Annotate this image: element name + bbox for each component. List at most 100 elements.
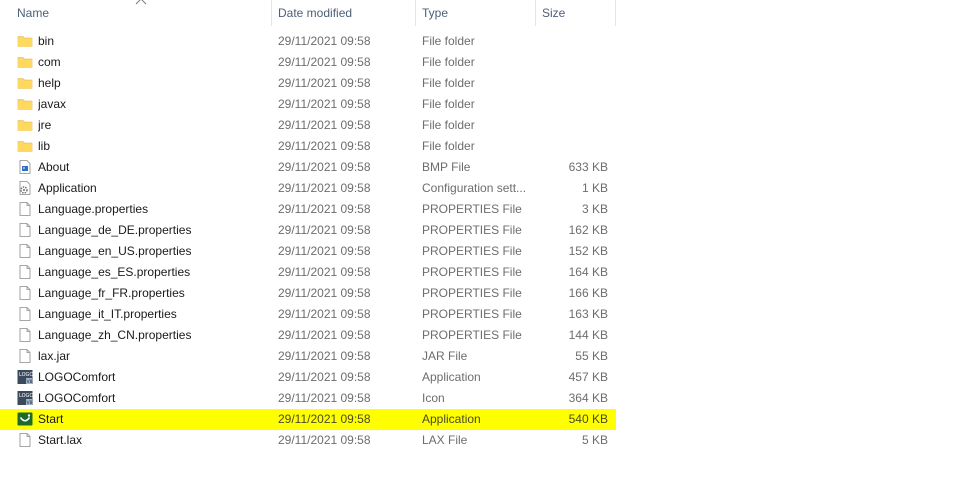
file-type: File folder	[422, 55, 475, 69]
file-row-language-es-es-properties[interactable]: Language_es_ES.properties 29/11/2021 09:5…	[0, 262, 616, 283]
file-row-language-en-us-properties[interactable]: Language_en_US.properties 29/11/2021 09:5…	[0, 241, 616, 262]
file-row-language-zh-cn-properties[interactable]: Language_zh_CN.properties 29/11/2021 09:5…	[0, 325, 616, 346]
column-header-size[interactable]: Size	[536, 0, 616, 26]
file-size: 3 KB	[581, 202, 608, 216]
file-date-modified: 29/11/2021 09:58	[278, 244, 371, 258]
bmp-image-icon	[17, 157, 35, 178]
file-row-language-it-it-properties[interactable]: Language_it_IT.properties 29/11/2021 09:5…	[0, 304, 616, 325]
file-size	[538, 52, 608, 73]
folder-icon	[17, 73, 35, 94]
file-date-modified: 29/11/2021 09:58	[278, 223, 371, 237]
logo-app-icon: LOGO V8	[17, 367, 35, 388]
file-type: PROPERTIES File	[422, 223, 522, 237]
file-size	[538, 136, 608, 157]
file-size: 162 KB	[568, 223, 608, 237]
file-size: 164 KB	[568, 265, 608, 279]
file-name: lib	[38, 139, 51, 153]
file-row-start[interactable]: Start 29/11/2021 09:58 Application 540 KB	[0, 409, 616, 430]
file-row-lax-jar[interactable]: lax.jar 29/11/2021 09:58 JAR File 55 KB	[0, 346, 616, 367]
folder-icon	[17, 94, 35, 115]
file-date-modified: 29/11/2021 09:58	[278, 370, 371, 384]
svg-text:LOGO: LOGO	[19, 393, 33, 399]
file-type: File folder	[422, 34, 475, 48]
file-date-modified: 29/11/2021 09:58	[278, 139, 371, 153]
file-row-language-properties[interactable]: Language.properties 29/11/2021 09:58 PROPE…	[0, 199, 616, 220]
document-icon	[17, 262, 35, 283]
file-explorer: Name Date modified Type Size bin 29/11/20…	[0, 0, 963, 492]
file-name: Language.properties	[38, 202, 149, 216]
file-type: PROPERTIES File	[422, 307, 522, 321]
file-type: File folder	[422, 76, 475, 90]
file-name: com	[38, 55, 61, 69]
file-row-application[interactable]: Application 29/11/2021 09:58 Configuration…	[0, 178, 616, 199]
file-size: 633 KB	[568, 160, 608, 174]
file-type: BMP File	[422, 160, 471, 174]
file-size	[538, 73, 608, 94]
svg-text:V8: V8	[27, 379, 33, 385]
file-name: Start.lax	[38, 433, 83, 447]
logo-app-icon: LOGO V8	[17, 388, 35, 409]
start-app-icon	[17, 409, 35, 430]
document-icon	[17, 220, 35, 241]
file-row-jre[interactable]: jre 29/11/2021 09:58 File folder	[0, 115, 616, 136]
file-name: jre	[38, 118, 52, 132]
file-type: File folder	[422, 139, 475, 153]
file-size	[538, 94, 608, 115]
file-date-modified: 29/11/2021 09:58	[278, 76, 371, 90]
file-name: help	[38, 76, 61, 90]
file-row-logocomfort[interactable]: LOGO V8 LOGOComfort 29/11/2021 09:58 Applica…	[0, 367, 616, 388]
file-row-language-de-de-properties[interactable]: Language_de_DE.properties 29/11/2021 09:5…	[0, 220, 616, 241]
file-type: JAR File	[422, 349, 468, 363]
column-header-type[interactable]: Type	[416, 0, 536, 26]
file-size: 163 KB	[568, 307, 608, 321]
file-date-modified: 29/11/2021 09:58	[278, 55, 371, 69]
document-icon	[17, 199, 35, 220]
file-type: PROPERTIES File	[422, 244, 522, 258]
file-name: lax.jar	[38, 349, 71, 363]
file-row-language-fr-fr-properties[interactable]: Language_fr_FR.properties 29/11/2021 09:5…	[0, 283, 616, 304]
file-date-modified: 29/11/2021 09:58	[278, 265, 371, 279]
file-size: 55 KB	[575, 349, 608, 363]
file-size	[538, 115, 608, 136]
file-row-javax[interactable]: javax 29/11/2021 09:58 File folder	[0, 94, 616, 115]
file-name: bin	[38, 34, 55, 48]
document-icon	[17, 325, 35, 346]
file-type: PROPERTIES File	[422, 286, 522, 300]
file-size: 457 KB	[568, 370, 608, 384]
file-row-about[interactable]: About 29/11/2021 09:58 BMP File 633 KB	[0, 157, 616, 178]
file-type: Application	[422, 412, 481, 426]
file-row-com[interactable]: com 29/11/2021 09:58 File folder	[0, 52, 616, 73]
file-row-help[interactable]: help 29/11/2021 09:58 File folder	[0, 73, 616, 94]
column-header-name[interactable]: Name	[11, 0, 272, 26]
file-date-modified: 29/11/2021 09:58	[278, 97, 371, 111]
file-type: File folder	[422, 97, 475, 111]
column-header-date-modified[interactable]: Date modified	[272, 0, 416, 26]
folder-icon	[17, 52, 35, 73]
folder-icon	[17, 31, 35, 52]
file-name: LOGOComfort	[38, 370, 116, 384]
file-date-modified: 29/11/2021 09:58	[278, 181, 371, 195]
file-row-bin[interactable]: bin 29/11/2021 09:58 File folder	[0, 31, 616, 52]
file-name: Language_it_IT.properties	[38, 307, 177, 321]
svg-text:LOGO: LOGO	[19, 372, 33, 378]
file-type: PROPERTIES File	[422, 202, 522, 216]
file-date-modified: 29/11/2021 09:58	[278, 202, 371, 216]
file-row-start-lax[interactable]: Start.lax 29/11/2021 09:58 LAX File 5 KB	[0, 430, 616, 451]
file-name: Language_fr_FR.properties	[38, 286, 185, 300]
file-date-modified: 29/11/2021 09:58	[278, 349, 371, 363]
file-row-lib[interactable]: lib 29/11/2021 09:58 File folder	[0, 136, 616, 157]
file-size: 540 KB	[568, 412, 608, 426]
config-file-icon	[17, 178, 35, 199]
file-size: 152 KB	[568, 244, 608, 258]
file-size: 1 KB	[581, 181, 608, 195]
file-type: Icon	[422, 391, 445, 405]
file-date-modified: 29/11/2021 09:58	[278, 391, 371, 405]
file-name: Language_es_ES.properties	[38, 265, 191, 279]
file-name: Language_zh_CN.properties	[38, 328, 192, 342]
file-row-logocomfort[interactable]: LOGO V8 LOGOComfort 29/11/2021 09:58 Icon 364…	[0, 388, 616, 409]
file-type: PROPERTIES File	[422, 265, 522, 279]
file-name: Language_de_DE.properties	[38, 223, 192, 237]
file-type: PROPERTIES File	[422, 328, 522, 342]
file-list: bin 29/11/2021 09:58 File folder com 29/11/2…	[0, 31, 616, 451]
file-name: About	[38, 160, 70, 174]
